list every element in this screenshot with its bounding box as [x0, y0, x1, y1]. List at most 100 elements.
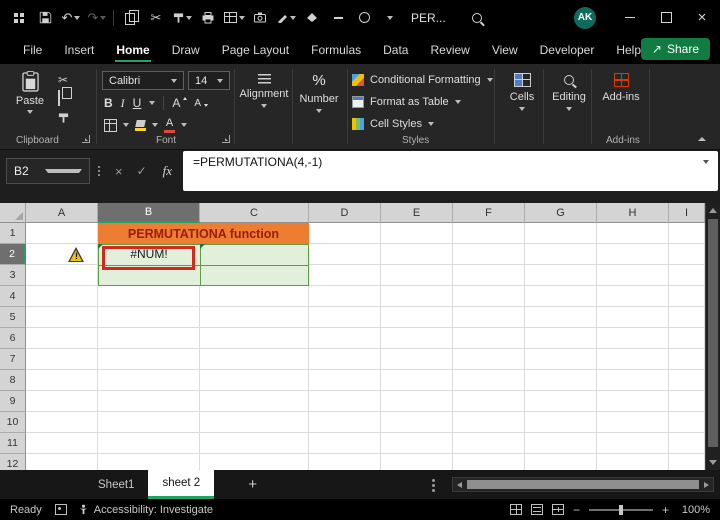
copy-button[interactable]	[58, 92, 60, 104]
cell-E12[interactable]	[381, 454, 453, 470]
cell-H9[interactable]	[597, 391, 669, 412]
cell-I2[interactable]	[669, 244, 705, 265]
scroll-left-arrow-icon[interactable]	[457, 482, 462, 488]
column-header-E[interactable]: E	[381, 203, 453, 223]
accessibility-status[interactable]: Accessibility: Investigate	[78, 504, 213, 516]
column-header-D[interactable]: D	[309, 203, 381, 223]
cell-A8[interactable]	[26, 370, 98, 391]
chevron-down-icon[interactable]	[123, 123, 129, 127]
cell-D7[interactable]	[309, 349, 381, 370]
zoom-level[interactable]: 100%	[678, 504, 710, 516]
cell-F1[interactable]	[453, 223, 525, 244]
name-box[interactable]: B2	[6, 158, 90, 184]
copy-icon[interactable]	[117, 5, 143, 31]
new-sheet-button[interactable]: +	[248, 476, 257, 493]
sheet-options-icon[interactable]	[432, 484, 435, 487]
enter-icon[interactable]: ✓	[137, 164, 147, 178]
cell-H12[interactable]	[597, 454, 669, 470]
cell-G8[interactable]	[525, 370, 597, 391]
cell-F12[interactable]	[453, 454, 525, 470]
cell-B10[interactable]	[98, 412, 200, 433]
sheet-tab-sheet2[interactable]: sheet 2	[148, 470, 214, 499]
bold-button[interactable]: B	[104, 96, 113, 110]
cell-B11[interactable]	[98, 433, 200, 454]
tab-page-layout[interactable]: Page Layout	[211, 35, 300, 64]
row-header-6[interactable]: 6	[0, 328, 26, 349]
chevron-down-icon[interactable]	[181, 123, 187, 127]
cell-G1[interactable]	[525, 223, 597, 244]
chevron-down-icon[interactable]	[149, 101, 155, 105]
close-button[interactable]: ×	[684, 0, 720, 35]
row-header-7[interactable]: 7	[0, 349, 26, 370]
cell-G3[interactable]	[525, 265, 597, 286]
cell-E11[interactable]	[381, 433, 453, 454]
cell-F7[interactable]	[453, 349, 525, 370]
cell-C5[interactable]	[200, 307, 309, 328]
vertical-scroll-thumb[interactable]	[708, 219, 718, 447]
row-header-12[interactable]: 12	[0, 454, 26, 470]
format-painter-button[interactable]	[58, 112, 69, 126]
format-as-table-button[interactable]: Format as Table	[352, 96, 461, 108]
cell-F2[interactable]	[453, 244, 525, 265]
scroll-up-arrow-icon[interactable]	[709, 208, 717, 213]
zoom-in-icon[interactable]: +	[662, 503, 669, 517]
draw-pen-icon[interactable]	[273, 5, 299, 31]
more-commands-icon[interactable]	[377, 5, 403, 31]
increase-font-size-button[interactable]: A	[172, 96, 186, 110]
cell-F10[interactable]	[453, 412, 525, 433]
cell-B6[interactable]	[98, 328, 200, 349]
number-group-button[interactable]: % Number	[296, 72, 342, 113]
cell-C7[interactable]	[200, 349, 309, 370]
share-button[interactable]: ↗ Share	[641, 38, 710, 60]
save-icon[interactable]	[32, 5, 58, 31]
record-icon[interactable]	[351, 5, 377, 31]
cell-D4[interactable]	[309, 286, 381, 307]
borders-icon[interactable]	[104, 119, 117, 132]
cell-E8[interactable]	[381, 370, 453, 391]
cut-icon[interactable]: ✂	[143, 5, 169, 31]
cell-F6[interactable]	[453, 328, 525, 349]
zoom-out-icon[interactable]: −	[573, 503, 580, 517]
insert-function-icon[interactable]: fx	[163, 163, 172, 179]
maximize-button[interactable]	[648, 0, 684, 35]
collapse-ribbon-icon[interactable]	[698, 137, 706, 141]
cell-E4[interactable]	[381, 286, 453, 307]
scroll-right-arrow-icon[interactable]	[704, 482, 709, 488]
decrease-font-size-button[interactable]: A	[194, 98, 207, 109]
cell-I5[interactable]	[669, 307, 705, 328]
redo-icon[interactable]: ↷	[84, 5, 110, 31]
tab-formulas[interactable]: Formulas	[300, 35, 372, 64]
column-header-H[interactable]: H	[597, 203, 669, 223]
cell-B12[interactable]	[98, 454, 200, 470]
page-layout-view-icon[interactable]	[531, 504, 543, 515]
cell-E2[interactable]	[381, 244, 453, 265]
macro-record-icon[interactable]	[55, 504, 67, 515]
camera-icon[interactable]	[247, 5, 273, 31]
cell-C9[interactable]	[200, 391, 309, 412]
cell-A4[interactable]	[26, 286, 98, 307]
row-header-11[interactable]: 11	[0, 433, 26, 454]
cell-G7[interactable]	[525, 349, 597, 370]
cell-D3[interactable]	[309, 265, 381, 286]
formula-input[interactable]: =PERMUTATIONA(4,-1)	[183, 151, 718, 191]
italic-button[interactable]: I	[121, 96, 125, 111]
search-icon[interactable]	[464, 5, 490, 31]
cells-group-button[interactable]: Cells	[502, 73, 542, 111]
tab-home[interactable]: Home	[105, 35, 160, 64]
column-header-C[interactable]: C	[200, 203, 309, 223]
cell-E1[interactable]	[381, 223, 453, 244]
cell-F9[interactable]	[453, 391, 525, 412]
cell-H2[interactable]	[597, 244, 669, 265]
cell-G4[interactable]	[525, 286, 597, 307]
cell-D5[interactable]	[309, 307, 381, 328]
addins-button[interactable]: Add-ins	[597, 73, 645, 103]
cell-I12[interactable]	[669, 454, 705, 470]
cell-E10[interactable]	[381, 412, 453, 433]
cell-A9[interactable]	[26, 391, 98, 412]
cell-I9[interactable]	[669, 391, 705, 412]
row-header-1[interactable]: 1	[0, 223, 26, 244]
table-icon[interactable]	[221, 5, 247, 31]
horizontal-scrollbar[interactable]	[452, 477, 714, 492]
cell-B4[interactable]	[98, 286, 200, 307]
format-painter-icon[interactable]	[169, 5, 195, 31]
